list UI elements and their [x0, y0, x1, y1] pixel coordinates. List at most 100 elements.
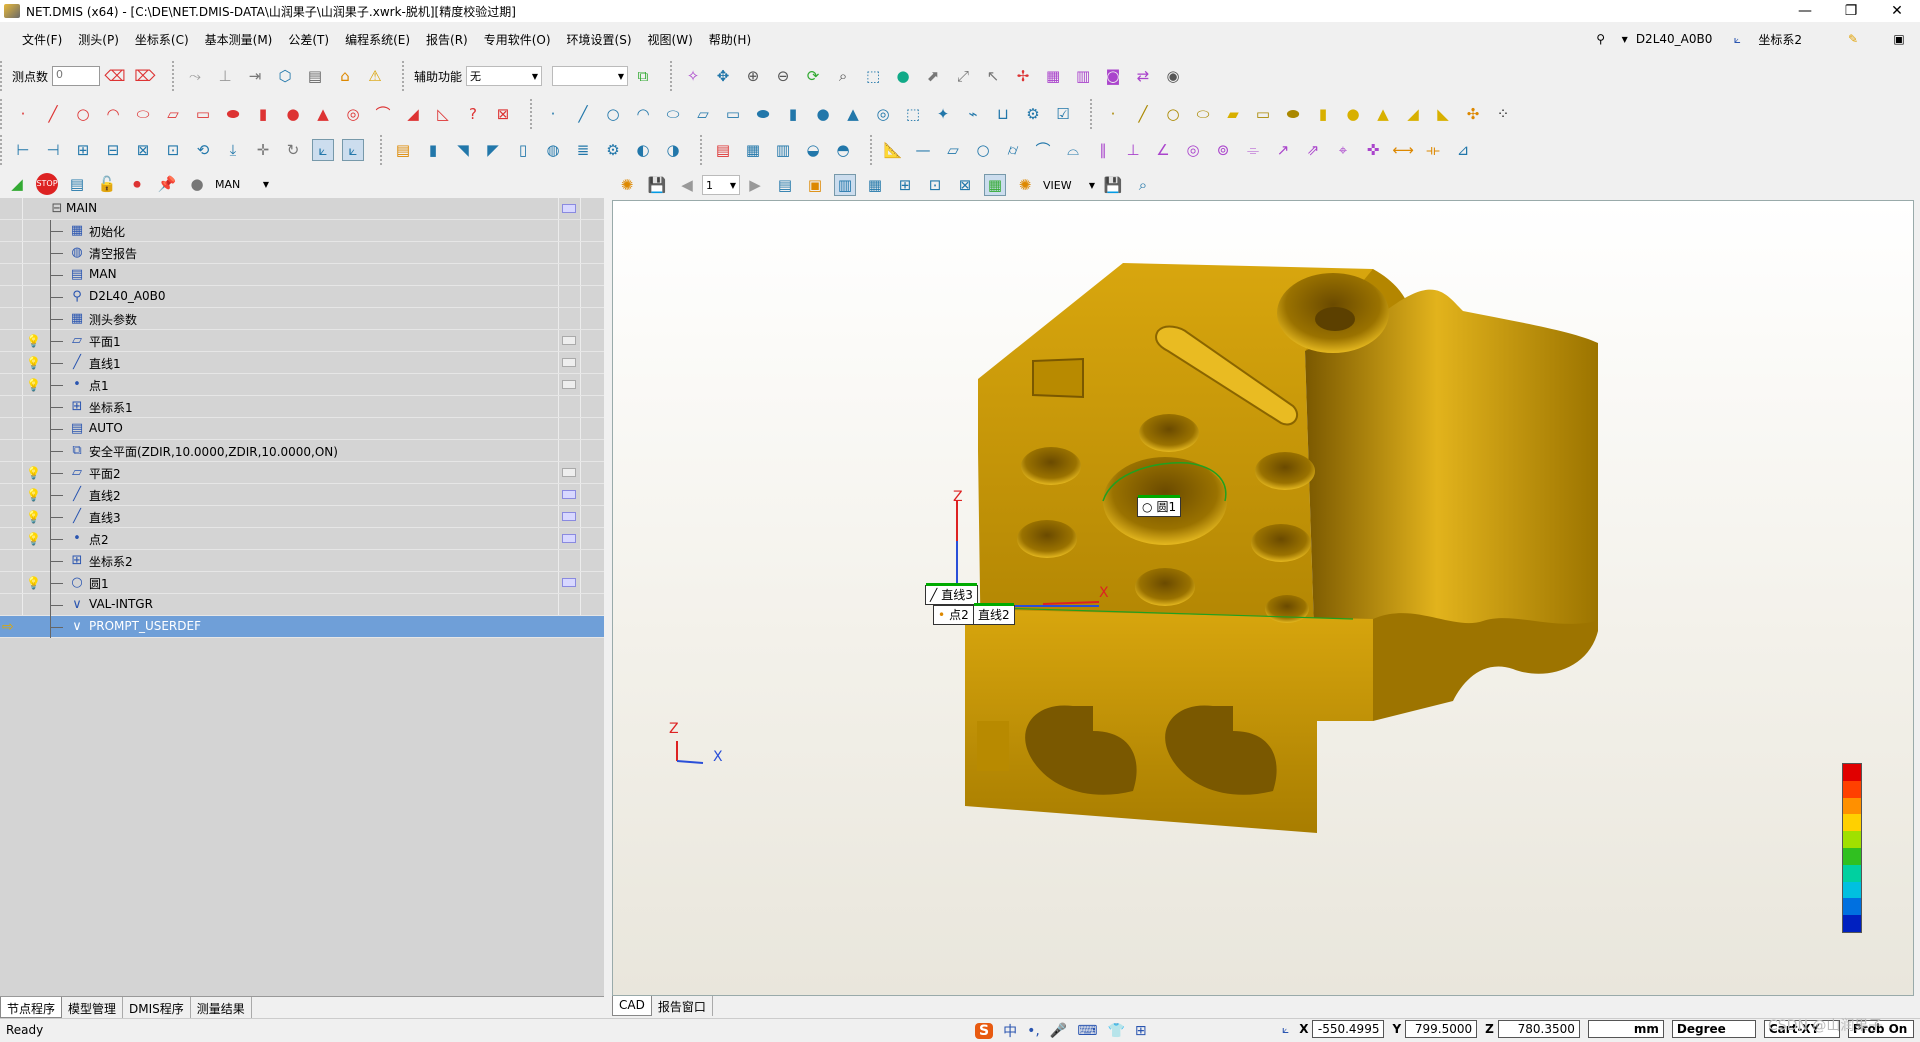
menu-settings[interactable]: 环境设置(S): [559, 31, 640, 48]
unit-display[interactable]: mm: [1587, 1020, 1664, 1038]
angle-unit-display[interactable]: Degree: [1671, 1020, 1756, 1038]
cad-pattern-icon[interactable]: ✣: [1462, 103, 1484, 125]
tol-runout-icon[interactable]: ↗: [1272, 139, 1294, 161]
doc-icon[interactable]: ▦: [1042, 65, 1064, 87]
cad-curve-icon[interactable]: ◣: [1432, 103, 1454, 125]
unknown-tool-icon[interactable]: ?: [462, 103, 484, 125]
aux-select[interactable]: 无 ▼: [466, 66, 543, 86]
c-plane-icon[interactable]: ▱: [692, 103, 714, 125]
bulb-icon[interactable]: 💡: [26, 334, 41, 348]
unlock-icon[interactable]: 🔓: [96, 173, 118, 195]
tol-flat-icon[interactable]: ▱: [942, 139, 964, 161]
next-page-icon[interactable]: ▶: [744, 174, 766, 196]
report-flag-icon[interactable]: [562, 468, 576, 477]
menu-coordinate[interactable]: 坐标系(C): [127, 31, 197, 48]
c-slot-icon[interactable]: ⬬: [752, 103, 774, 125]
align-icon[interactable]: ⊣: [42, 139, 64, 161]
cylinder-tool-icon[interactable]: ▮: [252, 103, 274, 125]
mode-select[interactable]: MAN ▼: [212, 174, 272, 194]
zoom-icon[interactable]: ⊖: [772, 65, 794, 87]
erase-point-icon[interactable]: ⌫: [104, 65, 126, 87]
warning-icon[interactable]: ⚠: [364, 65, 386, 87]
tol-round-icon[interactable]: ○: [972, 139, 994, 161]
tree-row[interactable]: 💡 • 点1: [0, 374, 604, 396]
callout-line2[interactable]: 直线2: [973, 603, 1015, 625]
bulb-icon[interactable]: 💡: [26, 356, 41, 370]
angle-tool-icon[interactable]: ◺: [432, 103, 454, 125]
erase-all-icon[interactable]: ⌦: [134, 65, 156, 87]
select-icon[interactable]: ⬈: [922, 65, 944, 87]
layers-icon[interactable]: ⧉: [632, 65, 654, 87]
eval-misc-icon[interactable]: ◑: [662, 139, 684, 161]
sphere-tool-icon[interactable]: ●: [282, 103, 304, 125]
tab-node-program[interactable]: 节点程序: [0, 997, 63, 1018]
view-doc-icon[interactable]: ▤: [774, 174, 796, 196]
report-flag-icon[interactable]: [562, 336, 576, 345]
report-flag-icon[interactable]: [562, 534, 576, 543]
probe-move-icon[interactable]: ⊥: [214, 65, 236, 87]
point-tool-icon[interactable]: ·: [12, 103, 34, 125]
tab-report-window[interactable]: 报告窗口: [652, 996, 713, 1016]
probe-dropdown-icon[interactable]: ▼: [1622, 35, 1628, 44]
c-circle-icon[interactable]: ○: [602, 103, 624, 125]
probe-icon[interactable]: ⚲: [1590, 28, 1612, 50]
zoom-window-icon[interactable]: ⊕: [742, 65, 764, 87]
tab-results[interactable]: 测量结果: [191, 997, 252, 1018]
tree-row[interactable]: ⊞ 坐标系2: [0, 550, 604, 572]
swap-icon[interactable]: ⇄: [1132, 65, 1154, 87]
eval-stack-icon[interactable]: ≣: [572, 139, 594, 161]
tree-row[interactable]: ∨ VAL-INTGR: [0, 594, 604, 616]
eval-cyl-icon[interactable]: ▮: [422, 139, 444, 161]
ellipse-tool-icon[interactable]: ⬭: [132, 103, 154, 125]
pen-icon[interactable]: ✎: [1842, 28, 1864, 50]
xyz-icon[interactable]: ⬡: [274, 65, 296, 87]
tree-row[interactable]: ▦ 初始化: [0, 220, 604, 242]
best-fit-icon[interactable]: ⊞: [72, 139, 94, 161]
cad-cone-icon[interactable]: ▲: [1372, 103, 1394, 125]
pick-icon[interactable]: ✧: [682, 65, 704, 87]
tree-row[interactable]: ⊟ MAIN: [0, 198, 604, 220]
report-flag-icon[interactable]: [562, 512, 576, 521]
minimize-button[interactable]: —: [1782, 0, 1828, 22]
sheet-icon[interactable]: ▤: [304, 65, 326, 87]
close-button[interactable]: ✕: [1874, 0, 1920, 22]
tree-row[interactable]: 💡 ╱ 直线2: [0, 484, 604, 506]
plane-tool-icon[interactable]: ▱: [162, 103, 184, 125]
translate-icon[interactable]: ⊡: [162, 139, 184, 161]
eval-curve-icon[interactable]: ◤: [482, 139, 504, 161]
csys-a-icon[interactable]: ⟀: [312, 139, 334, 161]
tol-perp-icon[interactable]: ⊥: [1122, 139, 1144, 161]
restore-button[interactable]: ❐: [1828, 0, 1874, 22]
torus-tool-icon[interactable]: ◎: [342, 103, 364, 125]
tree-row[interactable]: 💡 ╱ 直线1: [0, 352, 604, 374]
report-flag-icon[interactable]: [562, 358, 576, 367]
pin-red-icon[interactable]: 📌: [156, 173, 178, 195]
tol-position-icon[interactable]: ⌖: [1332, 139, 1354, 161]
rps-icon[interactable]: ⊠: [132, 139, 154, 161]
measure-icon[interactable]: ⤢: [952, 65, 974, 87]
cad-cylinder-icon[interactable]: ▮: [1312, 103, 1334, 125]
report-flag-icon[interactable]: [562, 490, 576, 499]
record-icon[interactable]: ⏺: [126, 173, 148, 195]
tree-row[interactable]: ⇨ ∨ PROMPT_USERDEF: [0, 616, 604, 638]
cad-grid-icon[interactable]: ⁘: [1492, 103, 1514, 125]
iter-align-icon[interactable]: ⊟: [102, 139, 124, 161]
c-sphere-icon[interactable]: ●: [812, 103, 834, 125]
tol-dim-icon[interactable]: ⟛: [1422, 139, 1444, 161]
cad-slot-icon[interactable]: ⬬: [1282, 103, 1304, 125]
aux-select-2[interactable]: ▼: [552, 66, 629, 86]
pin-icon[interactable]: ✢: [1012, 65, 1034, 87]
line-tool-icon[interactable]: ╱: [42, 103, 64, 125]
menu-programming[interactable]: 编程系统(E): [337, 31, 418, 48]
ime-chinese-icon[interactable]: 中: [1003, 1021, 1017, 1041]
c-arc-icon[interactable]: ◠: [632, 103, 654, 125]
tol-profile-surface-icon[interactable]: ⌓: [1062, 139, 1084, 161]
circle-tool-icon[interactable]: ○: [72, 103, 94, 125]
view-grid-icon[interactable]: ⊞: [894, 174, 916, 196]
report-table-icon[interactable]: ▥: [772, 139, 794, 161]
tab-cad[interactable]: CAD: [612, 996, 652, 1016]
ime-punct-icon[interactable]: •,: [1027, 1023, 1040, 1039]
cad-line-icon[interactable]: ╱: [1132, 103, 1154, 125]
tree-row[interactable]: ▤ AUTO: [0, 418, 604, 440]
c-curve-icon[interactable]: ⌁: [962, 103, 984, 125]
